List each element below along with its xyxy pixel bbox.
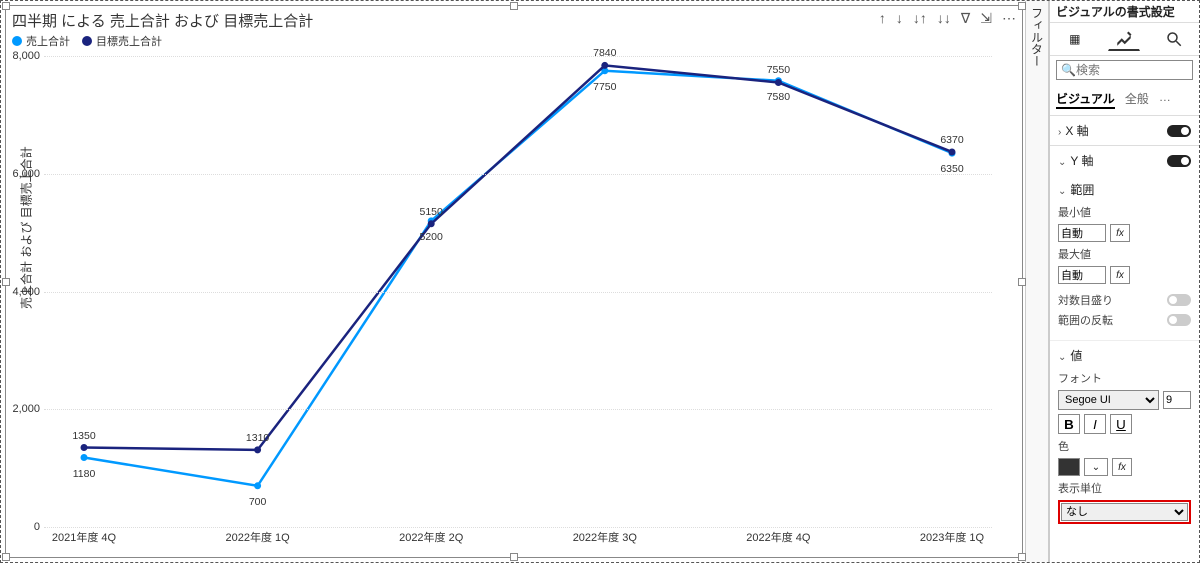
max-label: 最大値: [1058, 246, 1191, 262]
chevron-down-icon: ⌄: [1058, 352, 1066, 363]
y-tick: 4,000: [8, 286, 40, 298]
data-label: 1180: [73, 468, 96, 480]
section-label: 値: [1070, 349, 1082, 363]
x-tick: 2022年度 3Q: [555, 529, 655, 545]
drill-down-icon[interactable]: ↓: [896, 10, 903, 27]
focus-mode-icon[interactable]: ⇲: [980, 10, 992, 27]
font-size-input[interactable]: [1163, 391, 1191, 409]
data-label: 5150: [420, 206, 443, 218]
chevron-down-icon: ⌄: [1058, 186, 1066, 197]
fx-button[interactable]: fx: [1112, 458, 1132, 476]
color-label: 色: [1058, 438, 1191, 454]
chevron-down-icon: ⌄: [1058, 157, 1066, 168]
data-label: 7550: [767, 64, 790, 76]
format-visual-icon[interactable]: [1108, 27, 1140, 51]
section-label: 範囲: [1070, 183, 1094, 197]
legend-label: 売上合計: [26, 33, 70, 49]
plot-area: 02,0004,0006,0008,0002021年度 4Q2022年度 1Q2…: [44, 56, 992, 527]
chart-visual[interactable]: 四半期 による 売上合計 および 目標売上合計 ↑ ↓ ↓↑ ↓↓ ∇ ⇲ ⋯ …: [5, 5, 1023, 558]
resize-handle[interactable]: [2, 553, 10, 561]
data-label: 6350: [940, 163, 963, 175]
format-pane: ビジュアルの書式設定 ▦ 🔍 ビジュアル 全般 … › X 軸: [1049, 1, 1199, 562]
max-input[interactable]: [1058, 266, 1106, 284]
analytics-icon[interactable]: [1158, 27, 1190, 51]
search-icon: 🔍: [1061, 63, 1076, 77]
chart-legend: 売上合計 目標売上合計: [6, 31, 1022, 51]
legend-item[interactable]: 目標売上合計: [82, 33, 162, 49]
y-tick: 6,000: [8, 168, 40, 180]
chevron-right-icon: ›: [1058, 127, 1061, 138]
min-label: 最小値: [1058, 204, 1191, 220]
invert-range-label: 範囲の反転: [1058, 312, 1113, 328]
resize-handle[interactable]: [2, 2, 10, 10]
expand-down-icon[interactable]: ↓↑: [913, 10, 927, 27]
data-label: 7750: [593, 81, 616, 93]
data-label: 5200: [420, 231, 443, 243]
y-tick: 2,000: [8, 403, 40, 415]
resize-handle[interactable]: [2, 278, 10, 286]
data-label: 1350: [72, 430, 95, 442]
legend-swatch-icon: [82, 36, 92, 46]
color-swatch[interactable]: [1058, 458, 1080, 476]
data-label: 7840: [593, 47, 616, 59]
resize-handle[interactable]: [1018, 2, 1026, 10]
search-input[interactable]: [1076, 63, 1188, 77]
filter-icon[interactable]: ∇: [961, 10, 970, 27]
color-dropdown[interactable]: ⌄: [1084, 458, 1108, 476]
tab-visual[interactable]: ビジュアル: [1056, 90, 1115, 109]
drill-up-icon[interactable]: ↑: [879, 10, 886, 27]
subsection-value[interactable]: ⌄値: [1058, 345, 1191, 366]
y-tick: 8,000: [8, 50, 40, 62]
y-axis-toggle[interactable]: [1167, 155, 1191, 167]
log-scale-toggle[interactable]: [1167, 294, 1191, 306]
tab-more[interactable]: …: [1159, 90, 1171, 109]
section-label: Y 軸: [1070, 154, 1093, 168]
italic-button[interactable]: I: [1084, 414, 1106, 434]
section-x-axis[interactable]: › X 軸: [1050, 116, 1199, 145]
legend-item[interactable]: 売上合計: [12, 33, 70, 49]
resize-handle[interactable]: [510, 553, 518, 561]
x-tick: 2022年度 2Q: [381, 529, 481, 545]
x-axis-toggle[interactable]: [1167, 125, 1191, 137]
legend-label: 目標売上合計: [96, 33, 162, 49]
pane-title: ビジュアルの書式設定: [1050, 1, 1199, 23]
font-label: フォント: [1058, 370, 1191, 386]
side-tab-label: フィルター: [1029, 1, 1046, 67]
resize-handle[interactable]: [1018, 553, 1026, 561]
build-visual-icon[interactable]: ▦: [1059, 27, 1091, 51]
tab-general[interactable]: 全般: [1125, 90, 1149, 109]
invert-range-toggle[interactable]: [1167, 314, 1191, 326]
display-unit-highlight: なし: [1058, 500, 1191, 524]
section-label: X 軸: [1065, 124, 1088, 138]
resize-handle[interactable]: [510, 2, 518, 10]
data-label: 1310: [246, 432, 269, 444]
data-label: 6370: [940, 134, 963, 146]
underline-button[interactable]: U: [1110, 414, 1132, 434]
x-tick: 2021年度 4Q: [34, 529, 134, 545]
x-tick: 2022年度 4Q: [728, 529, 828, 545]
data-label: 7580: [767, 91, 790, 103]
search-box[interactable]: 🔍: [1056, 60, 1193, 80]
next-level-icon[interactable]: ↓↓: [937, 10, 951, 27]
subsection-range[interactable]: ⌄ 範囲: [1058, 179, 1191, 200]
display-unit-label: 表示単位: [1058, 480, 1191, 496]
fx-button[interactable]: fx: [1110, 266, 1130, 284]
log-scale-label: 対数目盛り: [1058, 292, 1113, 308]
resize-handle[interactable]: [1018, 278, 1026, 286]
data-label: 700: [249, 496, 267, 508]
font-family-select[interactable]: Segoe UI: [1058, 390, 1159, 410]
bold-button[interactable]: B: [1058, 414, 1080, 434]
x-tick: 2022年度 1Q: [208, 529, 308, 545]
side-tab[interactable]: フィルター: [1025, 1, 1049, 562]
more-options-icon[interactable]: ⋯: [1002, 10, 1016, 27]
x-tick: 2023年度 1Q: [902, 529, 1002, 545]
fx-button[interactable]: fx: [1110, 224, 1130, 242]
chart-toolbar: ↑ ↓ ↓↑ ↓↓ ∇ ⇲ ⋯: [879, 10, 1016, 27]
min-input[interactable]: [1058, 224, 1106, 242]
section-y-axis[interactable]: ⌄ Y 軸: [1050, 146, 1199, 175]
display-unit-select[interactable]: なし: [1061, 503, 1188, 521]
legend-swatch-icon: [12, 36, 22, 46]
